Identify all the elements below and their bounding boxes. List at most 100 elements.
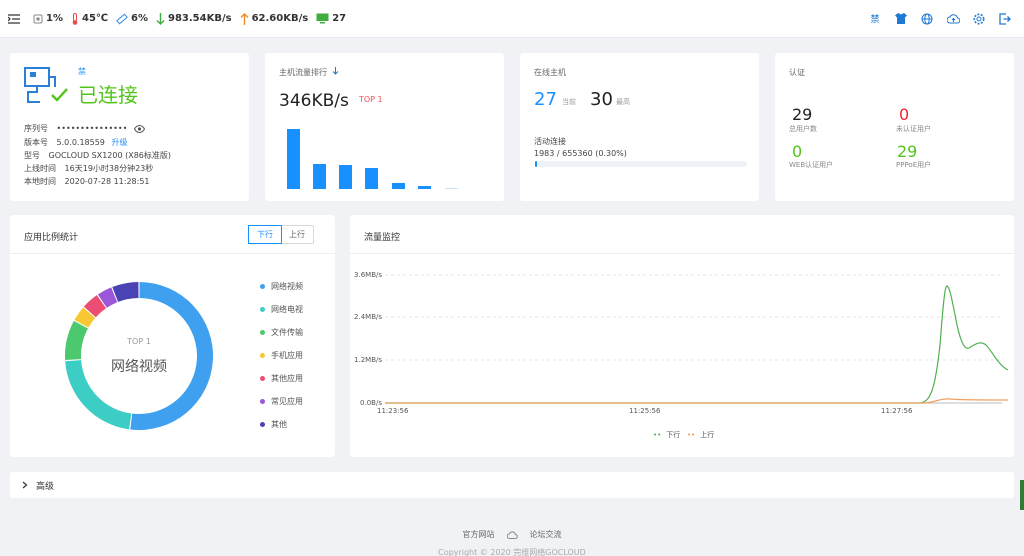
memory-stat: 6% <box>116 13 148 25</box>
upgrade-link[interactable]: 升级 <box>111 138 127 147</box>
uptime-row: 上线时间 16天19小时38分钟23秒 <box>24 164 154 173</box>
network-connected-icon <box>24 67 68 103</box>
connection-progress <box>535 161 747 167</box>
legend-uplink[interactable]: •• 上行 <box>687 430 714 440</box>
rank-bar-chart <box>265 53 504 201</box>
menu-toggle[interactable] <box>8 13 23 24</box>
serial-row: 序列号 ••••••••••••••• <box>24 123 145 134</box>
downlink-series-line <box>385 285 1009 404</box>
serial-value: ••••••••••••••• <box>56 124 128 133</box>
legend-dot <box>260 376 265 381</box>
chevron-right-icon <box>22 481 28 489</box>
web-users: 0 <box>792 142 803 161</box>
donut-slice[interactable] <box>130 282 213 430</box>
monitor-icon <box>316 13 329 24</box>
gear-icon[interactable] <box>968 9 990 29</box>
legend-dot <box>260 422 265 427</box>
legend-label: 文件传输 <box>271 328 303 337</box>
copyright: Copyright © 2020 完维网络GOCLOUD <box>438 548 586 556</box>
donut-slice[interactable] <box>65 320 88 361</box>
legend-downlink[interactable]: •• 下行 <box>653 430 680 440</box>
memory-icon <box>116 13 128 24</box>
advanced-section-toggle[interactable]: 高级 <box>10 472 1014 498</box>
cloud-upload-icon[interactable] <box>942 9 964 29</box>
legend-dot <box>260 307 265 312</box>
legend-item[interactable]: 常见应用 <box>260 396 303 407</box>
cpu-stat: 1% <box>33 13 63 24</box>
donut-slice[interactable] <box>112 282 139 302</box>
legend-item[interactable]: 文件传输 <box>260 327 303 338</box>
cloud-icon <box>506 530 518 539</box>
arrow-down-icon <box>156 12 165 25</box>
legend-label: 其他 <box>271 420 287 429</box>
upload-stat: 62.60KB/s <box>240 12 308 25</box>
donut-center-label: 网络视频 <box>111 359 167 375</box>
legend-dot <box>260 330 265 335</box>
legend-item[interactable]: 网络电视 <box>260 304 303 315</box>
official-site-link[interactable]: 官方网站 <box>463 529 495 540</box>
status-badge: 禁 <box>78 67 86 76</box>
current-hosts: 27 <box>534 89 557 110</box>
legend-item[interactable]: 其他 <box>260 419 287 430</box>
unauth-users: 0 <box>899 105 910 124</box>
connections-value: 1983 / 655360 (0.30%) <box>534 149 627 158</box>
x-tick: 11:27:56 <box>881 407 913 415</box>
hosts-stat: 27 <box>316 13 346 24</box>
online-hosts-card: 在线主机 27 当前 30 最高 活动连接 1983 / 655360 (0.3… <box>520 53 759 201</box>
thermometer-icon <box>72 12 78 25</box>
traffic-monitor-card: 流量监控 3.6MB/s 2.4MB/s 1.2MB/s 0.0B/s 11:2… <box>350 215 1014 457</box>
rank-bar[interactable] <box>418 186 431 189</box>
auth-card: 认证 29 总用户数 0 未认证用户 0 WEB认证用户 29 PPPoE用户 <box>775 53 1014 201</box>
model-row: 型号 GOCLOUD SX1200 (X86标准版) <box>24 151 172 160</box>
y-tick: 1.2MB/s <box>354 356 382 364</box>
localtime-row: 本地时间 2020-07-28 11:28:51 <box>24 177 150 186</box>
temperature-stat: 45℃ <box>71 12 108 25</box>
cpu-icon <box>33 14 43 23</box>
legend-dot <box>260 399 265 404</box>
forum-link[interactable]: 论坛交流 <box>530 529 562 540</box>
rank-bar[interactable] <box>313 163 326 189</box>
arrow-up-icon <box>240 12 249 25</box>
logout-icon[interactable] <box>994 9 1016 29</box>
rank-bar[interactable] <box>392 183 405 189</box>
x-tick: 11:25:56 <box>629 407 661 415</box>
card-title: 认证 <box>789 68 805 77</box>
legend-label: 其他应用 <box>271 374 303 383</box>
legend-label: 网络视频 <box>271 282 303 291</box>
connection-status: 已连接 <box>78 83 138 107</box>
localtime-value: 2020-07-28 11:28:51 <box>64 177 150 186</box>
uptime-value: 16天19小时38分钟23秒 <box>64 164 154 173</box>
rank-bar[interactable] <box>339 165 352 189</box>
traffic-line-chart <box>385 274 1009 404</box>
legend-item[interactable]: 其他应用 <box>260 373 303 384</box>
device-status-card: 禁 已连接 序列号 ••••••••••••••• 版本号 5.0.0.1855… <box>10 53 249 201</box>
y-tick: 0.0B/s <box>360 399 382 407</box>
uplink-series-line <box>385 398 1009 404</box>
menu-icon[interactable] <box>8 13 20 24</box>
version-row: 版本号 5.0.0.18559 升级 <box>24 138 128 147</box>
legend-item[interactable]: 手机应用 <box>260 350 303 361</box>
y-tick: 2.4MB/s <box>354 313 382 321</box>
y-tick: 3.6MB/s <box>354 271 382 279</box>
legend-dot <box>260 353 265 358</box>
rank-bar[interactable] <box>445 187 458 189</box>
x-tick: 11:23:56 <box>377 407 409 415</box>
legend-label: 手机应用 <box>271 351 303 360</box>
model-value: GOCLOUD SX1200 (X86标准版) <box>48 151 172 160</box>
card-title: 在线主机 <box>534 68 566 77</box>
globe-icon[interactable] <box>916 9 938 29</box>
eye-icon[interactable] <box>133 124 145 133</box>
rank-bar[interactable] <box>287 129 300 189</box>
pppoe-users: 29 <box>897 142 918 161</box>
legend-label: 常见应用 <box>271 397 303 406</box>
legend-label: 网络电视 <box>271 305 303 314</box>
download-stat: 983.54KB/s <box>156 12 232 25</box>
connection-progress-fill <box>535 161 537 167</box>
forbid-icon[interactable]: 禁 <box>864 9 886 29</box>
max-hosts: 30 <box>590 89 613 110</box>
shirt-icon[interactable] <box>890 9 912 29</box>
side-handle[interactable] <box>1020 480 1024 510</box>
rank-bar[interactable] <box>365 168 378 189</box>
legend-item[interactable]: 网络视频 <box>260 281 303 292</box>
legend-dot <box>260 284 265 289</box>
